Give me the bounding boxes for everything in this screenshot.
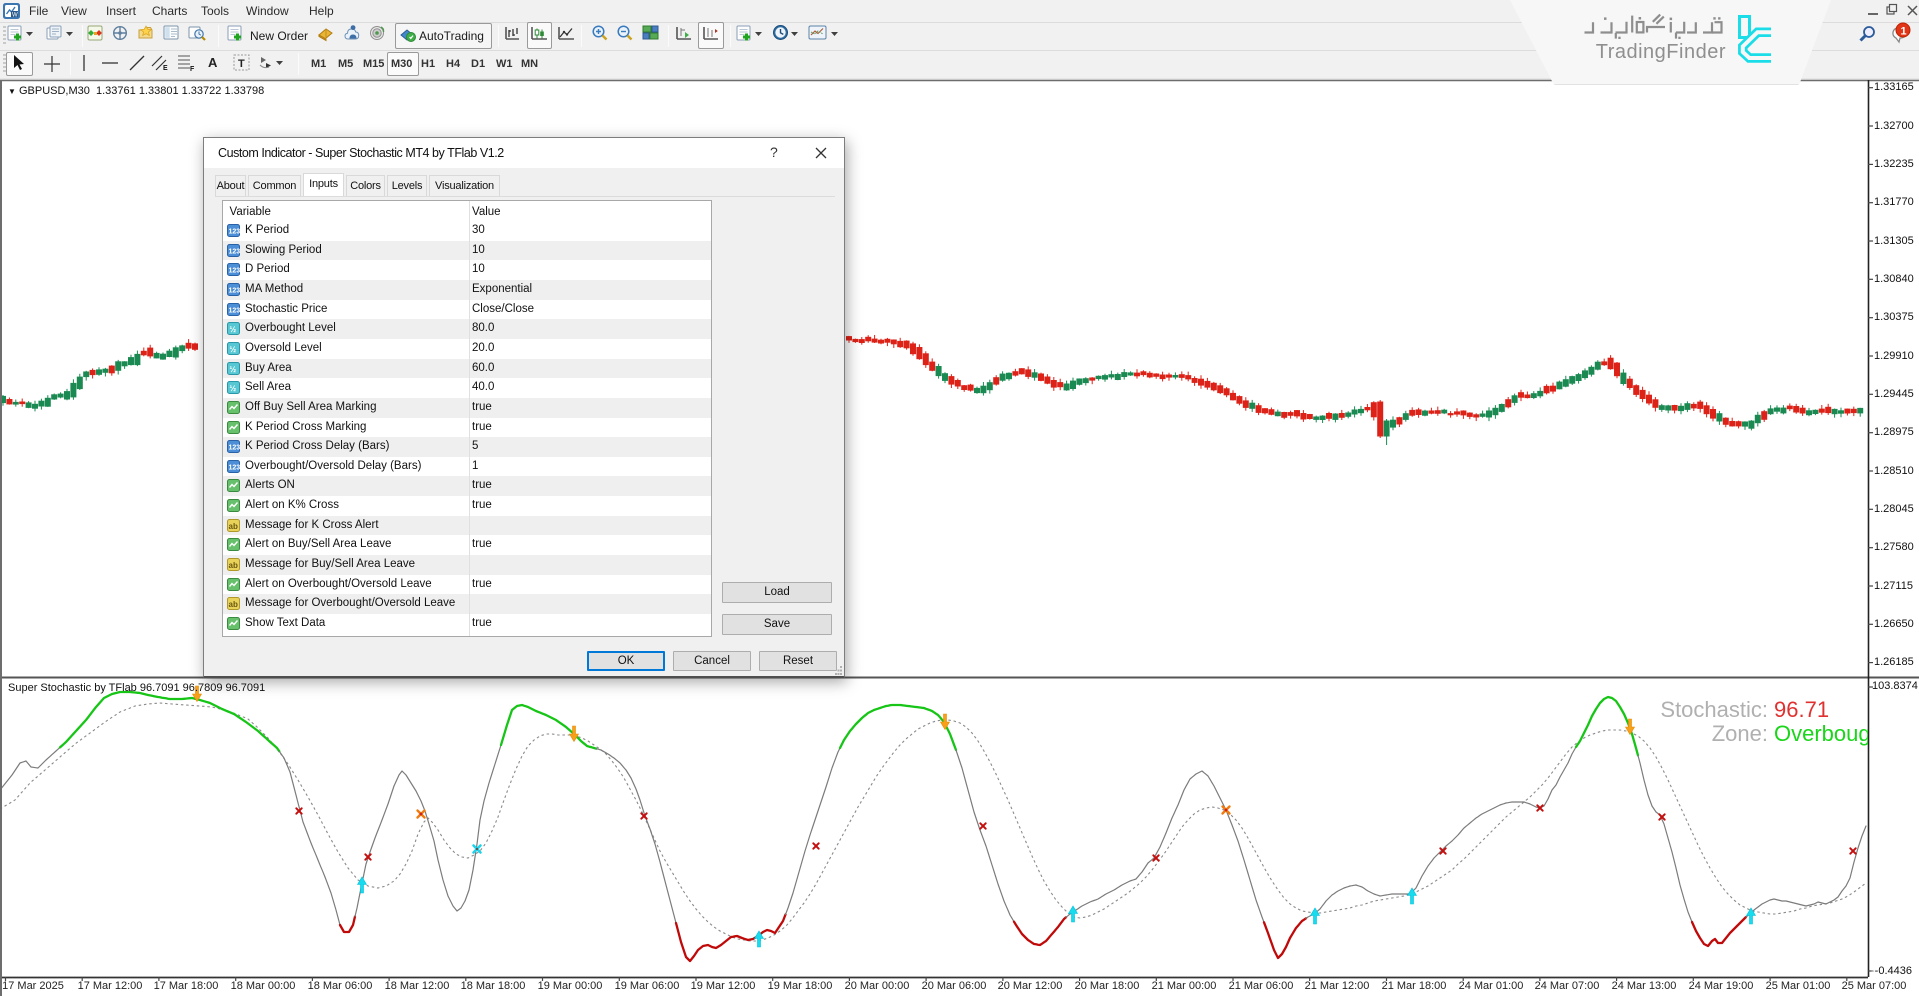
svg-text:123: 123 — [229, 268, 241, 275]
svg-text:½: ½ — [230, 345, 237, 354]
svg-text:½: ½ — [230, 365, 237, 374]
svg-text:ab: ab — [229, 561, 238, 570]
svg-text:123: 123 — [229, 307, 241, 314]
svg-text:1: 1 — [1901, 26, 1907, 38]
svg-text:ab: ab — [229, 600, 238, 609]
svg-text:½: ½ — [230, 384, 237, 393]
svg-text:F: F — [190, 66, 195, 73]
svg-text:123: 123 — [229, 248, 241, 255]
svg-text:123: 123 — [229, 445, 241, 452]
svg-text:E: E — [163, 65, 168, 72]
svg-text:123: 123 — [229, 287, 241, 294]
svg-text:T: T — [238, 58, 245, 70]
svg-text:123: 123 — [229, 464, 241, 471]
svg-text:½: ½ — [230, 325, 237, 334]
svg-text:123: 123 — [229, 229, 241, 236]
svg-text:ab: ab — [229, 522, 238, 531]
